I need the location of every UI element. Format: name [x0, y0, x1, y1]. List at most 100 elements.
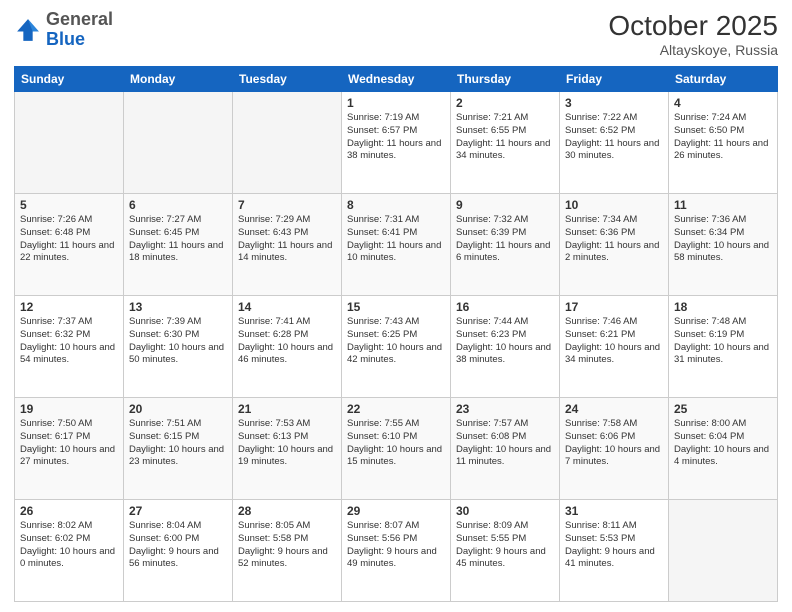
- cell-info: Sunrise: 8:00 AM Sunset: 6:04 PM Dayligh…: [674, 418, 772, 469]
- day-number: 17: [565, 300, 663, 314]
- cell-info: Sunrise: 7:24 AM Sunset: 6:50 PM Dayligh…: [674, 112, 772, 163]
- cell-1-4: 1 Sunrise: 7:19 AM Sunset: 6:57 PM Daylig…: [342, 92, 451, 194]
- cell-3-5: 16 Sunrise: 7:44 AM Sunset: 6:23 PM Dayli…: [451, 296, 560, 398]
- cell-2-5: 9Sunrise: 7:32 AM Sunset: 6:39 PM Daylig…: [451, 194, 560, 296]
- cell-3-7: 18Sunrise: 7:48 AM Sunset: 6:19 PM Dayli…: [669, 296, 778, 398]
- week-row-1: 1 Sunrise: 7:19 AM Sunset: 6:57 PM Daylig…: [15, 92, 778, 194]
- cell-2-7: 11Sunrise: 7:36 AM Sunset: 6:34 PM Dayli…: [669, 194, 778, 296]
- header-thursday: Thursday: [451, 67, 560, 92]
- cell-info: Sunrise: 7:36 AM Sunset: 6:34 PM Dayligh…: [674, 214, 772, 265]
- week-row-2: 5 Sunrise: 7:26 AM Sunset: 6:48 PM Daylig…: [15, 194, 778, 296]
- cell-info: Sunrise: 7:46 AM Sunset: 6:21 PM Dayligh…: [565, 316, 663, 367]
- week-row-4: 19Sunrise: 7:50 AM Sunset: 6:17 PM Dayli…: [15, 398, 778, 500]
- location: Altayskoye, Russia: [608, 42, 778, 58]
- logo-icon: [14, 16, 42, 44]
- day-number: 26: [20, 504, 118, 518]
- cell-1-1: [15, 92, 124, 194]
- logo-general: General: [46, 9, 113, 29]
- cell-2-3: 7Sunrise: 7:29 AM Sunset: 6:43 PM Daylig…: [233, 194, 342, 296]
- cell-info: Sunrise: 7:53 AM Sunset: 6:13 PM Dayligh…: [238, 418, 336, 469]
- cell-4-6: 24 Sunrise: 7:58 AM Sunset: 6:06 PM Dayli…: [560, 398, 669, 500]
- cell-info: Sunrise: 8:02 AM Sunset: 6:02 PM Dayligh…: [20, 520, 118, 571]
- header-wednesday: Wednesday: [342, 67, 451, 92]
- cell-info: Sunrise: 8:05 AM Sunset: 5:58 PM Dayligh…: [238, 520, 336, 571]
- cell-info: Sunrise: 7:50 AM Sunset: 6:17 PM Dayligh…: [20, 418, 118, 469]
- day-number: 30: [456, 504, 554, 518]
- cell-info: Sunrise: 8:09 AM Sunset: 5:55 PM Dayligh…: [456, 520, 554, 571]
- cell-info: Sunrise: 7:26 AM Sunset: 6:48 PM Dayligh…: [20, 214, 118, 265]
- day-number: 1: [347, 96, 445, 110]
- page: General Blue October 2025 Altayskoye, Ru…: [0, 0, 792, 612]
- day-number: 14: [238, 300, 336, 314]
- day-number: 10: [565, 198, 663, 212]
- cell-5-6: 31 Sunrise: 8:11 AM Sunset: 5:53 PM Dayli…: [560, 500, 669, 602]
- cell-5-5: 30 Sunrise: 8:09 AM Sunset: 5:55 PM Dayli…: [451, 500, 560, 602]
- day-number: 12: [20, 300, 118, 314]
- header-monday: Monday: [124, 67, 233, 92]
- cell-info: Sunrise: 7:51 AM Sunset: 6:15 PM Dayligh…: [129, 418, 227, 469]
- header-saturday: Saturday: [669, 67, 778, 92]
- cell-info: Sunrise: 7:19 AM Sunset: 6:57 PM Dayligh…: [347, 112, 445, 163]
- cell-info: Sunrise: 7:31 AM Sunset: 6:41 PM Dayligh…: [347, 214, 445, 265]
- cell-1-6: 3 Sunrise: 7:22 AM Sunset: 6:52 PM Daylig…: [560, 92, 669, 194]
- cell-info: Sunrise: 7:41 AM Sunset: 6:28 PM Dayligh…: [238, 316, 336, 367]
- cell-info: Sunrise: 7:57 AM Sunset: 6:08 PM Dayligh…: [456, 418, 554, 469]
- cell-5-3: 28 Sunrise: 8:05 AM Sunset: 5:58 PM Dayli…: [233, 500, 342, 602]
- cell-info: Sunrise: 8:07 AM Sunset: 5:56 PM Dayligh…: [347, 520, 445, 571]
- cell-4-3: 21 Sunrise: 7:53 AM Sunset: 6:13 PM Dayli…: [233, 398, 342, 500]
- cell-info: Sunrise: 7:27 AM Sunset: 6:45 PM Dayligh…: [129, 214, 227, 265]
- cell-4-2: 20 Sunrise: 7:51 AM Sunset: 6:15 PM Dayli…: [124, 398, 233, 500]
- calendar-header-row: SundayMondayTuesdayWednesdayThursdayFrid…: [15, 67, 778, 92]
- header-friday: Friday: [560, 67, 669, 92]
- cell-2-2: 6 Sunrise: 7:27 AM Sunset: 6:45 PM Daylig…: [124, 194, 233, 296]
- day-number: 20: [129, 402, 227, 416]
- day-number: 2: [456, 96, 554, 110]
- cell-info: Sunrise: 7:58 AM Sunset: 6:06 PM Dayligh…: [565, 418, 663, 469]
- cell-1-7: 4 Sunrise: 7:24 AM Sunset: 6:50 PM Daylig…: [669, 92, 778, 194]
- cell-info: Sunrise: 7:37 AM Sunset: 6:32 PM Dayligh…: [20, 316, 118, 367]
- day-number: 25: [674, 402, 772, 416]
- cell-info: Sunrise: 7:21 AM Sunset: 6:55 PM Dayligh…: [456, 112, 554, 163]
- day-number: 5: [20, 198, 118, 212]
- day-number: 24: [565, 402, 663, 416]
- cell-4-1: 19Sunrise: 7:50 AM Sunset: 6:17 PM Dayli…: [15, 398, 124, 500]
- logo: General Blue: [14, 10, 113, 50]
- cell-info: Sunrise: 7:48 AM Sunset: 6:19 PM Dayligh…: [674, 316, 772, 367]
- cell-info: Sunrise: 7:32 AM Sunset: 6:39 PM Dayligh…: [456, 214, 554, 265]
- day-number: 6: [129, 198, 227, 212]
- header-sunday: Sunday: [15, 67, 124, 92]
- cell-1-2: [124, 92, 233, 194]
- day-number: 7: [238, 198, 336, 212]
- day-number: 13: [129, 300, 227, 314]
- logo-blue: Blue: [46, 29, 85, 49]
- cell-info: Sunrise: 8:11 AM Sunset: 5:53 PM Dayligh…: [565, 520, 663, 571]
- title-block: October 2025 Altayskoye, Russia: [608, 10, 778, 58]
- day-number: 15: [347, 300, 445, 314]
- cell-5-4: 29 Sunrise: 8:07 AM Sunset: 5:56 PM Dayli…: [342, 500, 451, 602]
- day-number: 28: [238, 504, 336, 518]
- day-number: 3: [565, 96, 663, 110]
- cell-1-5: 2 Sunrise: 7:21 AM Sunset: 6:55 PM Daylig…: [451, 92, 560, 194]
- month-title: October 2025: [608, 10, 778, 42]
- cell-1-3: [233, 92, 342, 194]
- day-number: 27: [129, 504, 227, 518]
- cell-3-3: 14 Sunrise: 7:41 AM Sunset: 6:28 PM Dayli…: [233, 296, 342, 398]
- cell-info: Sunrise: 7:22 AM Sunset: 6:52 PM Dayligh…: [565, 112, 663, 163]
- cell-3-4: 15Sunrise: 7:43 AM Sunset: 6:25 PM Dayli…: [342, 296, 451, 398]
- cell-3-1: 12 Sunrise: 7:37 AM Sunset: 6:32 PM Dayli…: [15, 296, 124, 398]
- week-row-5: 26 Sunrise: 8:02 AM Sunset: 6:02 PM Dayli…: [15, 500, 778, 602]
- cell-4-4: 22Sunrise: 7:55 AM Sunset: 6:10 PM Dayli…: [342, 398, 451, 500]
- day-number: 4: [674, 96, 772, 110]
- cell-2-1: 5 Sunrise: 7:26 AM Sunset: 6:48 PM Daylig…: [15, 194, 124, 296]
- cell-info: Sunrise: 7:44 AM Sunset: 6:23 PM Dayligh…: [456, 316, 554, 367]
- cell-5-2: 27Sunrise: 8:04 AM Sunset: 6:00 PM Dayli…: [124, 500, 233, 602]
- day-number: 31: [565, 504, 663, 518]
- cell-5-1: 26 Sunrise: 8:02 AM Sunset: 6:02 PM Dayli…: [15, 500, 124, 602]
- cell-3-2: 13 Sunrise: 7:39 AM Sunset: 6:30 PM Dayli…: [124, 296, 233, 398]
- day-number: 16: [456, 300, 554, 314]
- logo-text: General Blue: [46, 10, 113, 50]
- day-number: 21: [238, 402, 336, 416]
- cell-info: Sunrise: 7:39 AM Sunset: 6:30 PM Dayligh…: [129, 316, 227, 367]
- day-number: 29: [347, 504, 445, 518]
- day-number: 8: [347, 198, 445, 212]
